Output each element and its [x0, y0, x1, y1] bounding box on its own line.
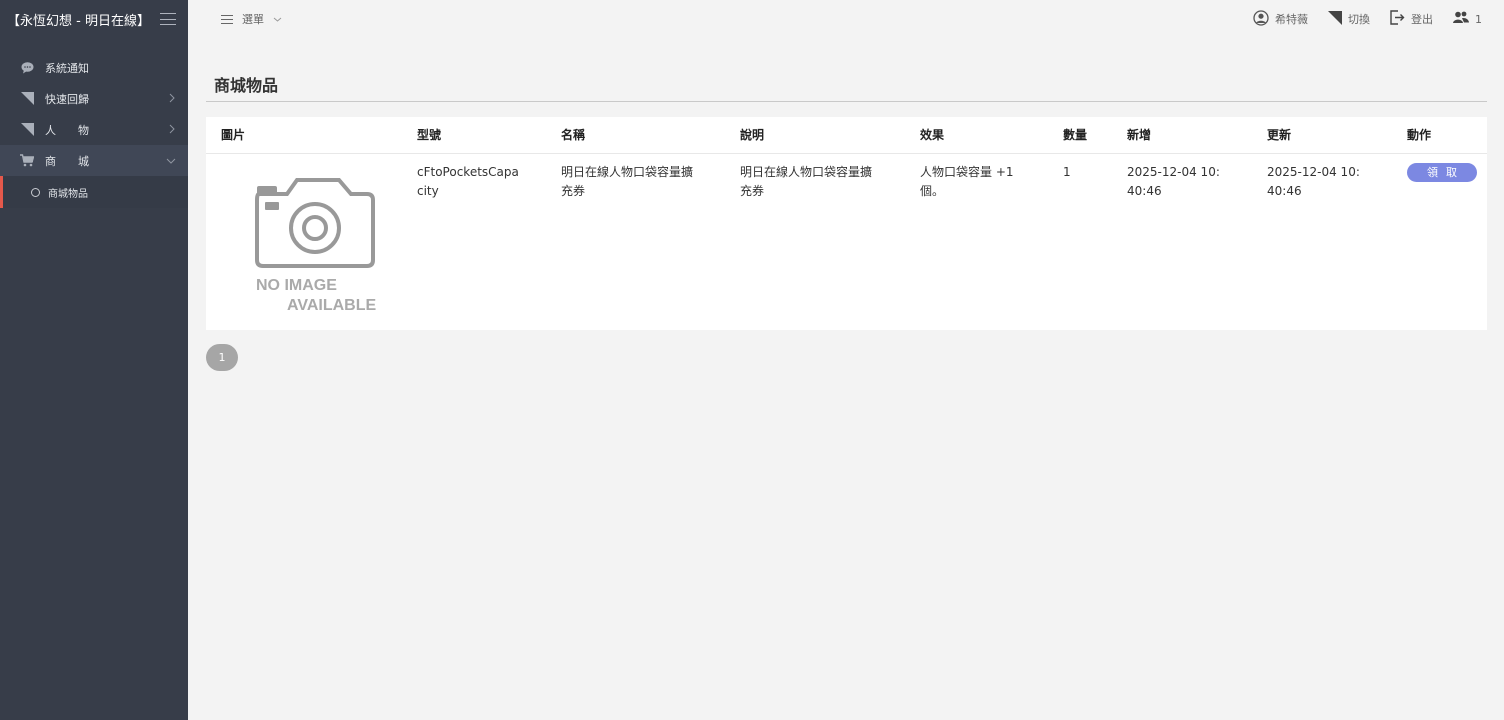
- sidebar-item-shop[interactable]: 商 城: [0, 145, 188, 176]
- claim-button[interactable]: 領取: [1407, 162, 1477, 182]
- cell-updated: 2025-12-04 10:40:46: [1267, 153, 1407, 330]
- sidebar-item-label: 商 城: [45, 154, 89, 168]
- brand-header: 【永恆幻想 - 明日在線】: [0, 0, 188, 38]
- title-divider: [206, 101, 1487, 102]
- chevron-right-icon: [168, 92, 176, 106]
- available-text: AVAILABLE: [287, 297, 377, 314]
- user-profile-link[interactable]: 希特薇: [1253, 9, 1308, 29]
- effect-value: 人物口袋容量 +1 個。: [920, 164, 1014, 198]
- sidebar-subitem-label: 商城物品: [48, 188, 88, 200]
- sidebar-collapse-icon[interactable]: [160, 13, 176, 25]
- description-value: 明日在線人物口袋容量擴充券: [740, 164, 873, 198]
- user-icon: [1253, 9, 1269, 29]
- header-name: 名稱: [561, 117, 740, 154]
- cell-created: 2025-12-04 10:40:46: [1127, 153, 1267, 330]
- circle-icon: [31, 187, 40, 197]
- chat-bubble-icon: [20, 61, 34, 75]
- menu-icon: [221, 14, 233, 24]
- created-value: 2025-12-04 10:40:46: [1127, 164, 1220, 198]
- brand-title: 【永恆幻想 - 明日在線】: [7, 13, 150, 29]
- sidebar-item-label: 系統通知: [45, 61, 89, 75]
- table-header-row: 圖片 型號 名稱 說明 效果 數量 新增 更新 動作: [206, 117, 1487, 154]
- model-value: cFtoPocketsCapacity: [417, 164, 519, 198]
- page-button-current[interactable]: 1: [206, 344, 238, 371]
- cell-name: 明日在線人物口袋容量擴充券: [561, 153, 740, 330]
- menu-dropdown[interactable]: 選單: [221, 11, 282, 27]
- cell-quantity: 1: [1063, 164, 1071, 179]
- header-action: 動作: [1407, 117, 1487, 154]
- logout-link[interactable]: 登出: [1390, 10, 1433, 28]
- name-value: 明日在線人物口袋容量擴充券: [561, 164, 694, 198]
- header-image: 圖片: [206, 117, 417, 154]
- cart-icon: [20, 154, 34, 168]
- header-description: 說明: [740, 117, 920, 154]
- online-count: 1: [1475, 12, 1482, 26]
- no-image-placeholder: NO IMAGE AVAILABLE: [255, 177, 377, 314]
- user-name: 希特薇: [1275, 13, 1308, 26]
- logout-label: 登出: [1411, 13, 1433, 26]
- no-image-text: NO IMAGE: [256, 277, 337, 294]
- chevron-right-icon: [168, 123, 176, 137]
- header-updated: 更新: [1267, 117, 1407, 154]
- pagination: 1: [206, 344, 1487, 371]
- sidebar-item-character[interactable]: 人 物: [0, 114, 188, 145]
- cell-action: 領取: [1407, 153, 1487, 330]
- switch-link[interactable]: 切換: [1328, 10, 1370, 28]
- header-model: 型號: [417, 117, 561, 154]
- page-title: 商城物品: [214, 76, 279, 95]
- switch-label: 切換: [1348, 13, 1370, 26]
- sidebar-item-notifications[interactable]: 系統通知: [0, 52, 188, 83]
- sidebar-subitem-shop-items[interactable]: 商城物品: [0, 176, 188, 208]
- table-row: NO IMAGE AVAILABLE cFtoPocketsCapacity 明…: [206, 153, 1487, 330]
- triangle-icon: [20, 123, 34, 137]
- cell-description: 明日在線人物口袋容量擴充券: [740, 153, 920, 330]
- sidebar-item-quick-return[interactable]: 快速回歸: [0, 83, 188, 114]
- header-effect: 效果: [920, 117, 1063, 154]
- cell-effect: 人物口袋容量 +1 個。: [920, 153, 1063, 330]
- menu-label: 選單: [242, 13, 264, 26]
- topbar-actions: 希特薇 切換 登出 1: [1253, 9, 1482, 29]
- sidebar-item-label: 人 物: [45, 123, 89, 137]
- chevron-down-icon: [273, 13, 282, 26]
- items-table-container: 圖片 型號 名稱 說明 效果 數量 新增 更新 動作 NO IMAGE AVAI…: [206, 117, 1487, 330]
- cell-image: NO IMAGE AVAILABLE: [206, 153, 417, 330]
- cell-model: cFtoPocketsCapacity: [417, 153, 561, 330]
- main-content: 商城物品 圖片 型號 名稱 說明 效果 數量 新增 更新 動作 NO IMAGE…: [206, 38, 1487, 371]
- switch-icon: [1328, 10, 1342, 28]
- header-created: 新增: [1127, 117, 1267, 154]
- items-table: 圖片 型號 名稱 說明 效果 數量 新增 更新 動作 NO IMAGE AVAI…: [206, 117, 1487, 330]
- topbar: 選單 希特薇 切換 登出 1: [188, 0, 1504, 38]
- updated-value: 2025-12-04 10:40:46: [1267, 164, 1360, 198]
- sidebar-item-label: 快速回歸: [45, 92, 89, 106]
- sidebar: 【永恆幻想 - 明日在線】 系統通知 快速回歸 人 物 商 城 商城物品: [0, 0, 188, 720]
- header-quantity: 數量: [1063, 117, 1127, 154]
- logout-icon: [1390, 10, 1405, 28]
- sidebar-nav: 系統通知 快速回歸 人 物 商 城 商城物品: [0, 52, 188, 208]
- triangle-icon: [20, 92, 34, 106]
- users-group-icon: [1453, 11, 1469, 27]
- online-users[interactable]: 1: [1453, 11, 1482, 27]
- chevron-down-icon: [166, 154, 176, 168]
